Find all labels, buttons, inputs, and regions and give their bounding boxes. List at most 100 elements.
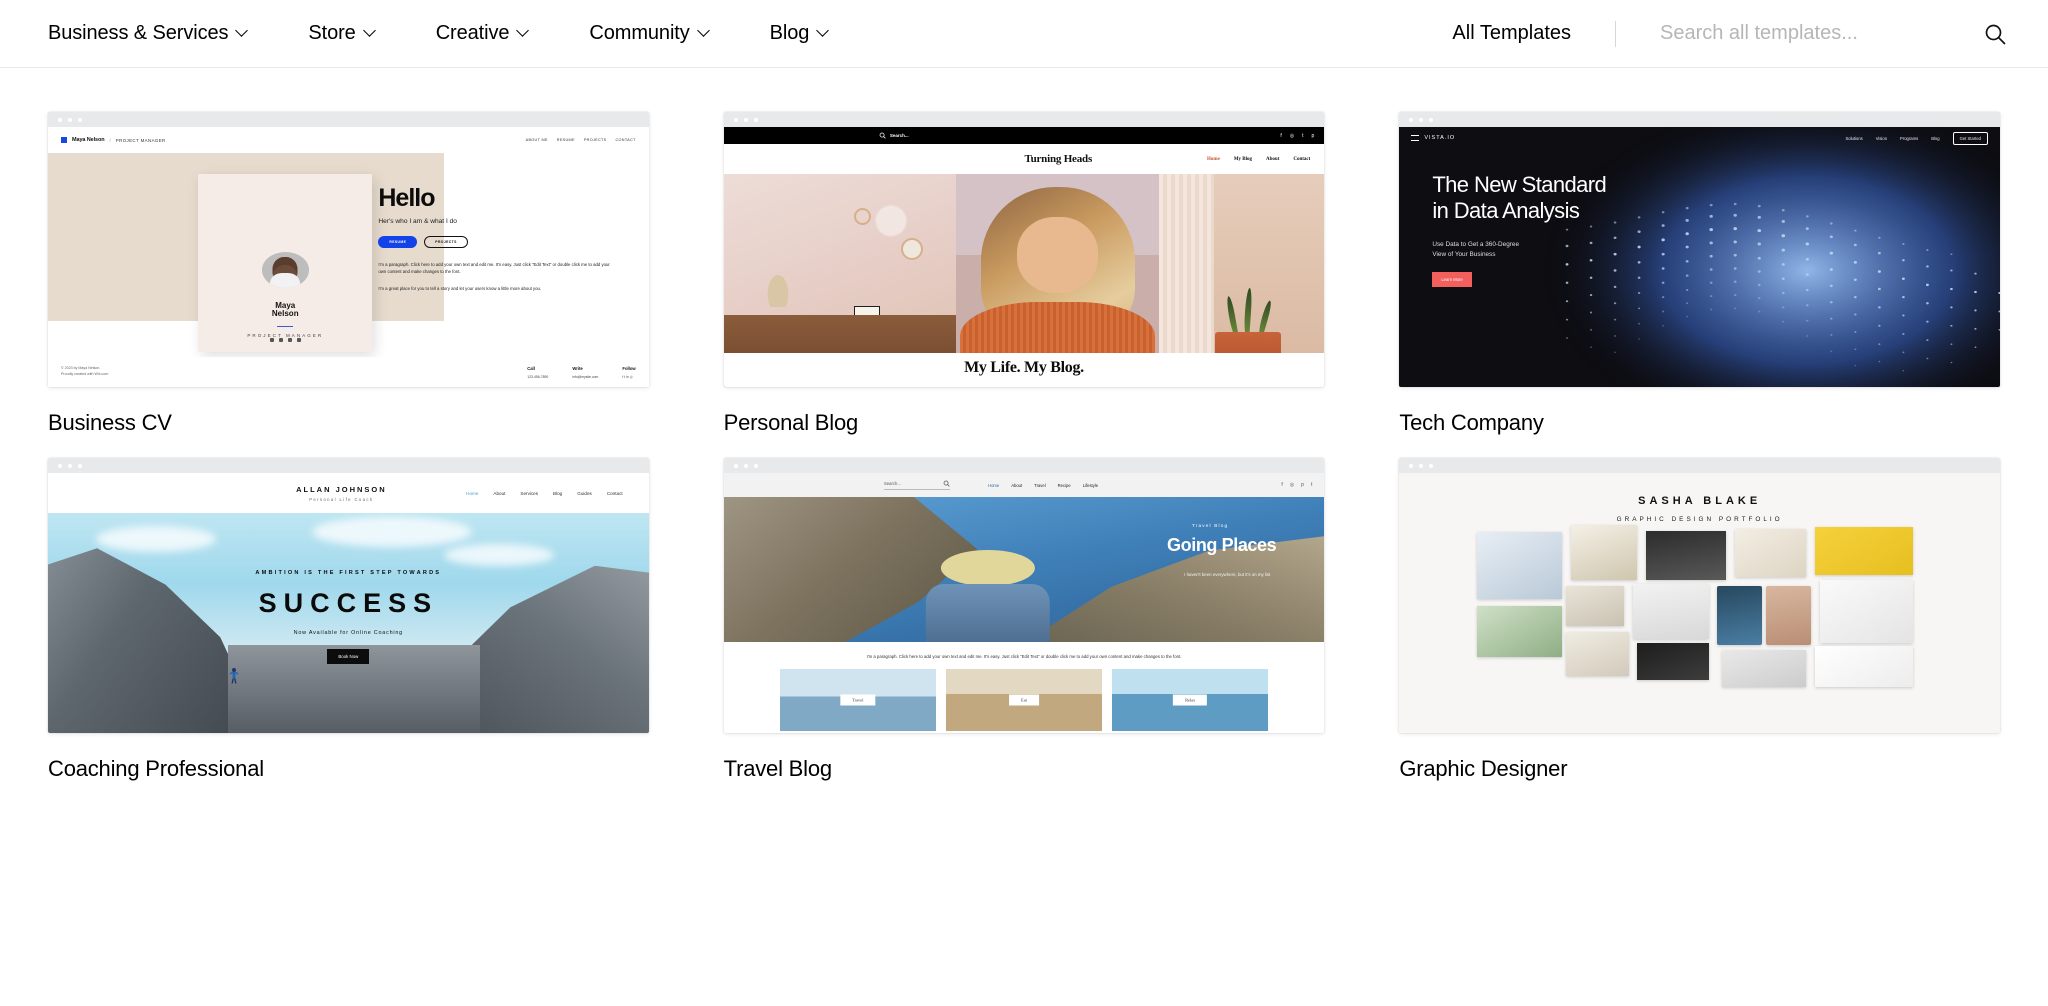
preview-footer-col: Call 123-456-7890 (527, 366, 548, 379)
preview-thumb (1766, 585, 1811, 645)
template-thumbnail[interactable]: Maya Nelson / PROJECT MANAGER ABOUT ME R… (48, 112, 649, 387)
instagram-icon (296, 337, 301, 342)
preview-learn-more-button: Learn More (1432, 272, 1472, 287)
all-templates-link[interactable]: All Templates (1452, 22, 1571, 45)
nav-item-community[interactable]: Community (589, 16, 739, 51)
nav-divider (1615, 20, 1616, 47)
preview-moodboard (1477, 525, 1922, 709)
nav-item-blog[interactable]: Blog (770, 16, 860, 51)
preview-footer: © 2023 by Maya Nelson. Proudly created wi… (48, 357, 649, 387)
preview-profile-name: Maya Nelson (271, 300, 299, 319)
chevron-down-icon (237, 26, 248, 37)
nav-item-store[interactable]: Store (308, 16, 405, 51)
preview-nav-links: Home About Travel Recipe Lifestyle (988, 483, 1098, 488)
preview-thumb (1477, 532, 1562, 599)
preview-search: Search... (879, 132, 909, 139)
template-title[interactable]: Tech Company (1399, 410, 2000, 436)
preview-nav-links: ABOUT ME RESUME PROJECTS CONTACT (526, 138, 636, 142)
preview-category-label: Travel (840, 694, 876, 706)
preview-nav-link: Contact (606, 490, 623, 496)
preview-hero: Travel Blog Going Places I haven't been … (723, 497, 1325, 642)
window-dot-icon (753, 463, 758, 468)
nav-item-creative[interactable]: Creative (436, 16, 560, 51)
preview-search: Search... (884, 480, 951, 490)
preview-site: SASHA BLAKE GRAPHIC DESIGN PORTFOLIO (1399, 473, 2000, 733)
preview-climber (228, 667, 240, 685)
browser-chrome-bar (1399, 458, 2000, 473)
window-dot-icon (1409, 117, 1414, 122)
nav-item-label: Creative (435, 22, 510, 44)
template-thumbnail[interactable]: SASHA BLAKE GRAPHIC DESIGN PORTFOLIO (1399, 458, 2000, 733)
linkedin-icon (287, 337, 292, 342)
search-icon (879, 132, 886, 139)
preview-nav-link: About (493, 490, 506, 496)
preview-nav-link: Recipe (1057, 482, 1071, 488)
search-input[interactable] (1660, 22, 1950, 45)
template-title[interactable]: Business CV (48, 410, 649, 436)
preview-nav-link: Contact (1293, 156, 1311, 162)
template-title[interactable]: Personal Blog (724, 410, 1325, 436)
preview-nav-link: Lifestyle (1082, 482, 1099, 488)
preview-category-card: Eat (945, 668, 1103, 731)
template-title[interactable]: Graphic Designer (1399, 756, 2000, 782)
template-card-coaching-professional[interactable]: ALLAN JOHNSON Personal Life Coach Home A… (48, 436, 649, 782)
preview-resume-button: RESUME (378, 235, 418, 248)
template-card-business-cv[interactable]: Maya Nelson / PROJECT MANAGER ABOUT ME R… (48, 90, 649, 436)
instagram-icon: ◎ (1289, 132, 1295, 139)
nav-item-label: Business & Services (48, 22, 229, 44)
preview-brand-sub: Personal Life Coach (309, 496, 374, 502)
preview-thumb (1815, 646, 1914, 687)
facebook-icon: f (1281, 482, 1283, 488)
preview-headline: Going Places (1167, 534, 1277, 555)
template-thumbnail[interactable]: Search... Home About Travel Recipe Lifes… (723, 458, 1325, 733)
preview-traveler (904, 535, 1072, 642)
search-icon[interactable] (1982, 21, 2008, 47)
preview-nav: Maya Nelson / PROJECT MANAGER ABOUT ME R… (48, 127, 649, 153)
preview-nav-link: ABOUT ME (525, 138, 548, 142)
chevron-down-icon (818, 26, 829, 37)
preview-site: Maya Nelson / PROJECT MANAGER ABOUT ME R… (48, 127, 649, 387)
window-dot-icon (743, 117, 748, 122)
chevron-down-icon (699, 26, 710, 37)
preview-site: Search... Home About Travel Recipe Lifes… (723, 473, 1325, 733)
template-title[interactable]: Travel Blog (724, 756, 1325, 782)
instagram-icon: ◎ (1289, 482, 1295, 488)
template-thumbnail[interactable]: Search... f ◎ t p Turning Heads Home My … (723, 112, 1325, 387)
preview-nav-link: Solutions (1845, 135, 1863, 141)
preview-thumb (1570, 525, 1638, 581)
preview-brand: ALLAN JOHNSON Personal Life Coach (296, 485, 387, 502)
template-card-personal-blog[interactable]: Search... f ◎ t p Turning Heads Home My … (723, 90, 1325, 436)
preview-nav-links: Solutions Vision Programs Blog Get Start… (1845, 131, 1988, 145)
template-thumbnail[interactable]: VISTA.IO Solutions Vision Programs Blog … (1399, 112, 2000, 387)
preview-sub-line1: Use Data to Get a 360-Degree (1432, 241, 1520, 248)
nav-right-section: All Templates (1452, 20, 2048, 47)
preview-brand-name: ALLAN JOHNSON (296, 484, 387, 494)
preview-brand-name: Maya Nelson (72, 137, 105, 143)
preview-profile-card: Maya Nelson PROJECT MANAGER (198, 174, 373, 352)
preview-footer-col: Write info@mysite.com (572, 366, 598, 379)
template-title[interactable]: Coaching Professional (48, 756, 649, 782)
chevron-down-icon (518, 26, 529, 37)
preview-subhead: Use Data to Get a 360-Degree View of You… (1432, 240, 1519, 260)
preview-footer-col: Follow f t in ◎ (622, 366, 635, 379)
window-dot-icon (58, 463, 62, 468)
preview-headline: The New Standard in Data Analysis (1432, 172, 1606, 225)
twitter-icon: t (1302, 132, 1304, 139)
browser-chrome-bar (1399, 112, 2000, 127)
template-card-travel-blog[interactable]: Search... Home About Travel Recipe Lifes… (723, 436, 1325, 782)
template-thumbnail[interactable]: ALLAN JOHNSON Personal Life Coach Home A… (48, 458, 649, 733)
preview-thumb (1632, 583, 1709, 640)
facebook-icon (269, 337, 274, 342)
preview-category-label: Relax (1173, 694, 1208, 706)
preview-thumb (1566, 631, 1629, 676)
template-card-tech-company[interactable]: VISTA.IO Solutions Vision Programs Blog … (1399, 90, 2000, 436)
nav-item-business-services[interactable]: Business & Services (48, 16, 278, 51)
preview-site: VISTA.IO Solutions Vision Programs Blog … (1399, 127, 2000, 387)
preview-brand-role: PROJECT MANAGER (115, 137, 166, 143)
template-card-graphic-designer[interactable]: SASHA BLAKE GRAPHIC DESIGN PORTFOLIO Gra… (1399, 436, 2000, 782)
window-dot-icon (733, 117, 738, 122)
preview-copyright: © 2023 by Maya Nelson. Proudly created wi… (61, 366, 109, 376)
twitter-icon: t (1310, 482, 1313, 488)
preview-search-text: Search... (889, 133, 909, 138)
preview-nav-link: Travel (1034, 482, 1046, 488)
